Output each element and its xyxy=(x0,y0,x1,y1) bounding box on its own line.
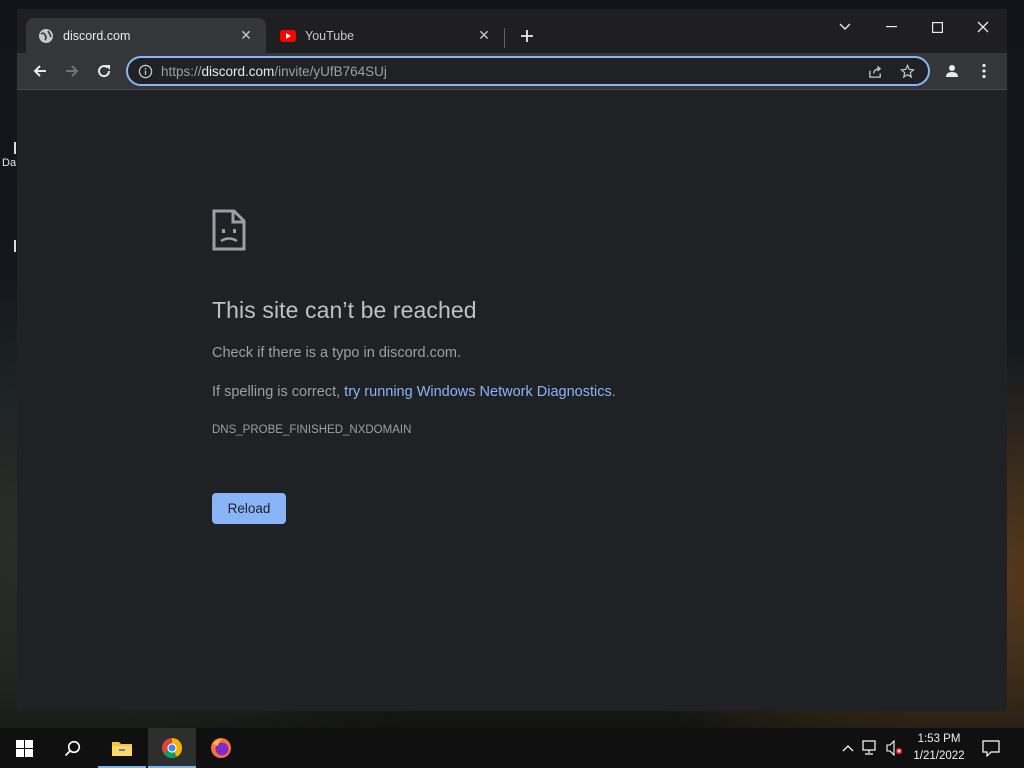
error-suggestion-typo: Check if there is a typo in discord.com. xyxy=(212,345,462,361)
network-icon[interactable] xyxy=(861,738,881,758)
tab-separator xyxy=(504,28,505,48)
bookmark-star-icon[interactable] xyxy=(896,60,918,82)
address-bar[interactable]: https://discord.com/invite/yUfB764SUj xyxy=(126,56,930,86)
minimize-button[interactable] xyxy=(868,13,914,41)
search-icon xyxy=(64,740,80,756)
taskbar: 1:53 PM 1/21/2022 xyxy=(0,728,1024,768)
share-icon[interactable] xyxy=(864,60,886,82)
url-scheme: https:// xyxy=(161,63,202,79)
desktop-icon-fragment[interactable] xyxy=(14,240,16,252)
network-diagnostics-link[interactable]: try running Windows Network Diagnostics xyxy=(344,384,612,400)
close-window-button[interactable] xyxy=(960,13,1006,41)
volume-muted-icon[interactable] xyxy=(885,738,905,758)
close-tab-icon[interactable]: ✕ xyxy=(476,27,492,44)
tab-search-button[interactable] xyxy=(822,13,868,41)
error-title: This site can’t be reached xyxy=(212,297,477,323)
browser-window: discord.com ✕ YouTube ✕ https://discord.… xyxy=(17,9,1007,711)
show-hidden-icons-chevron-icon[interactable] xyxy=(838,738,858,758)
url-path: /invite/yUfB764SUj xyxy=(274,63,387,79)
notification-center-icon[interactable] xyxy=(981,738,1001,758)
tab-title: discord.com xyxy=(63,28,131,43)
tab-discord[interactable]: discord.com ✕ xyxy=(26,18,266,53)
reload-button[interactable]: Reload xyxy=(212,493,286,524)
error-page: This site can’t be reached Check if ther… xyxy=(17,90,1007,711)
error-code: DNS_PROBE_FINISHED_NXDOMAIN xyxy=(212,424,412,436)
sad-page-icon xyxy=(211,208,247,257)
diagnostics-prefix: If spelling is correct, xyxy=(212,384,345,400)
tab-youtube[interactable]: YouTube ✕ xyxy=(268,18,504,53)
desktop-icon-fragment[interactable] xyxy=(14,142,16,154)
title-bar: discord.com ✕ YouTube ✕ xyxy=(17,9,1007,53)
close-tab-icon[interactable]: ✕ xyxy=(238,27,254,44)
search-button[interactable] xyxy=(48,728,96,768)
desktop-icon-label[interactable]: Da xyxy=(2,157,16,169)
clock-date: 1/21/2022 xyxy=(913,750,965,762)
firefox-icon xyxy=(211,738,231,758)
file-explorer-icon xyxy=(112,742,132,756)
chrome-button[interactable] xyxy=(148,728,196,768)
youtube-icon xyxy=(280,28,296,44)
start-button[interactable] xyxy=(0,728,48,768)
start-icon xyxy=(15,739,33,757)
new-tab-button[interactable] xyxy=(515,24,539,48)
system-clock[interactable]: 1:53 PM 1/21/2022 xyxy=(903,731,975,765)
maximize-button[interactable] xyxy=(914,13,960,41)
clock-time: 1:53 PM xyxy=(917,733,961,745)
firefox-button[interactable] xyxy=(197,728,245,768)
url-text[interactable]: https://discord.com/invite/yUfB764SUj xyxy=(161,64,854,79)
file-explorer-button[interactable] xyxy=(98,728,146,768)
back-button[interactable] xyxy=(26,57,54,85)
menu-kebab-icon[interactable] xyxy=(970,57,998,85)
reload-icon-button[interactable] xyxy=(90,57,118,85)
url-host: discord.com xyxy=(201,63,275,79)
chrome-icon xyxy=(162,738,183,759)
profile-icon[interactable] xyxy=(938,57,966,85)
forward-button[interactable] xyxy=(58,57,86,85)
error-suggestion-diagnostics: If spelling is correct, try running Wind… xyxy=(212,384,616,400)
diagnostics-suffix: . xyxy=(611,384,616,400)
info-icon[interactable] xyxy=(136,62,154,80)
globe-icon xyxy=(38,28,54,44)
tab-title: YouTube xyxy=(305,28,355,43)
browser-toolbar: https://discord.com/invite/yUfB764SUj xyxy=(17,53,1007,89)
